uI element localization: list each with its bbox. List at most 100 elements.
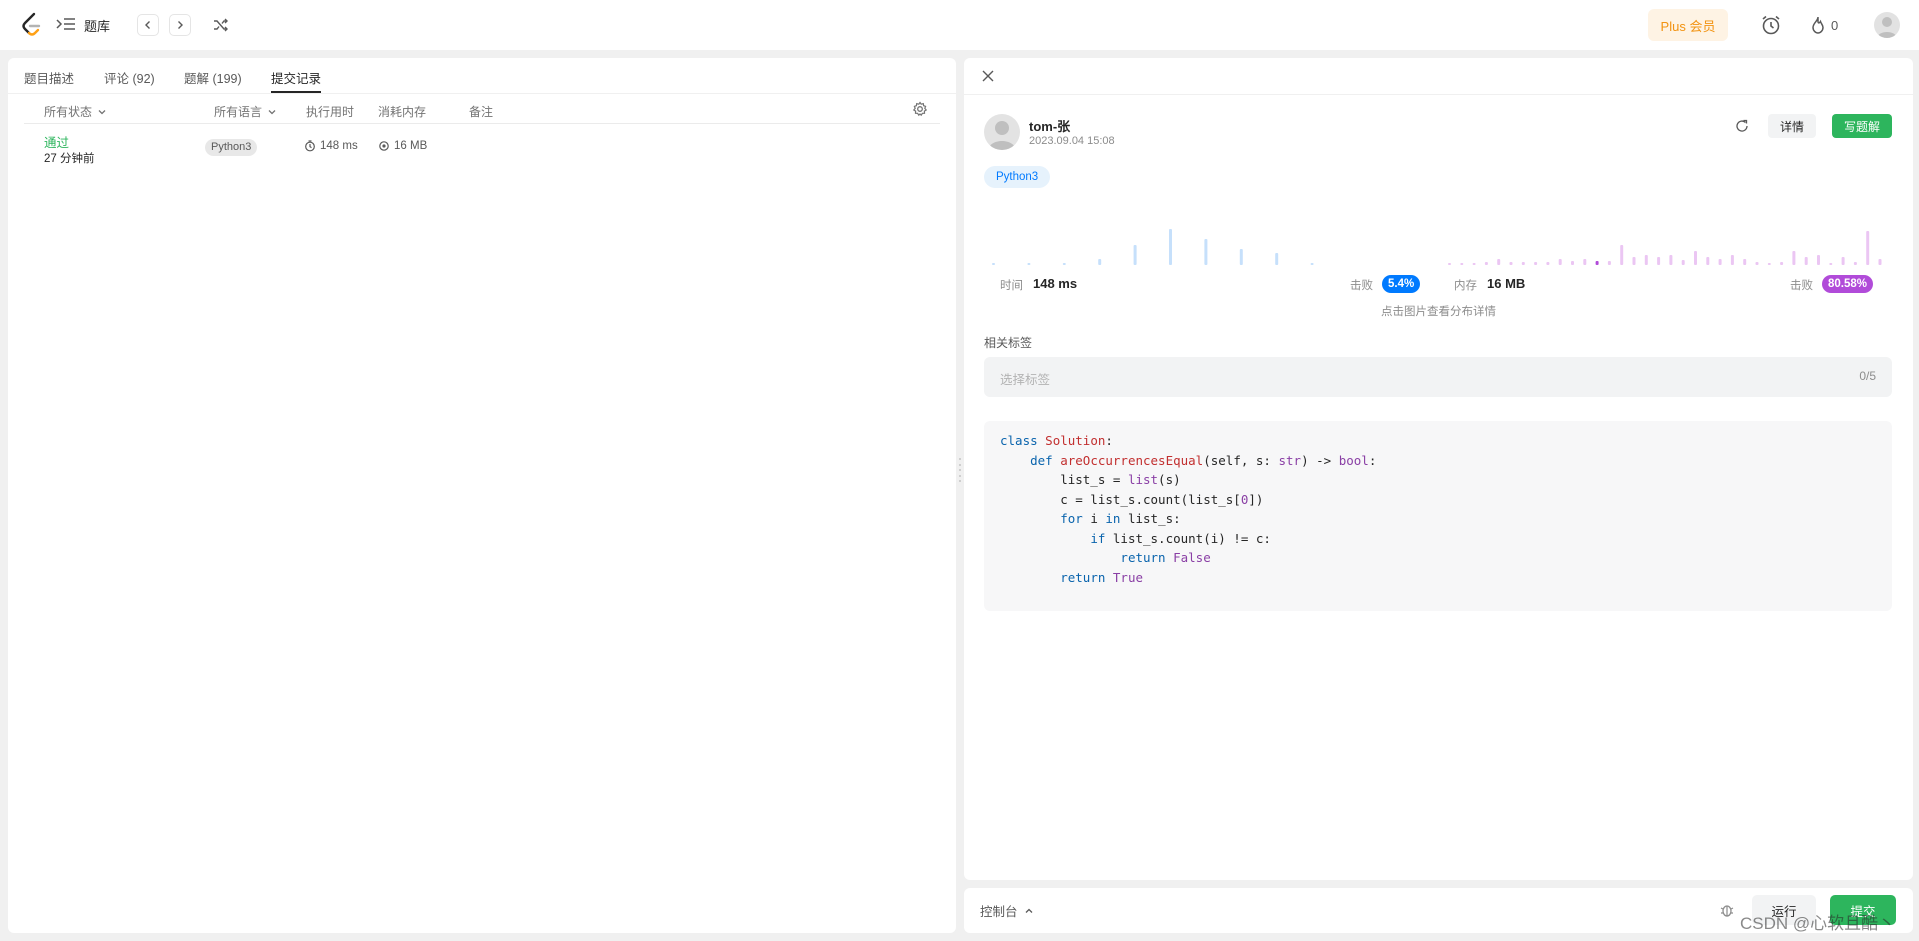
status-filter-label: 所有状态 [44,105,93,119]
table-row[interactable]: 通过 27 分钟前 Python3 148 ms 16 MB [24,128,940,168]
code-viewer[interactable]: class Solution: def areOccurrencesEqual(… [984,421,1892,611]
chevron-left-icon [145,21,150,29]
code-line-3: list_s = list(s) [1000,472,1181,487]
shuffle-icon [214,18,228,32]
prev-problem-button[interactable] [137,14,159,36]
runtime-column-header: 执行用时 [306,105,355,119]
distribution-bar [1133,245,1137,265]
distribution-bar [1204,239,1208,265]
top-navbar: 题库 Plus 会员 0 [0,0,1919,50]
distribution-bar [1595,261,1599,265]
memory-label: 内存 [1454,280,1477,292]
distribution-bar [1497,259,1501,265]
divider [964,94,1913,95]
memory-distribution-chart[interactable] [1440,208,1895,270]
avatar-icon[interactable] [1874,12,1900,38]
distribution-bar [1866,231,1870,265]
csdn-watermark: CSDN @心软且酷丶 [1740,914,1896,933]
memory-beats-label: 击败 [1790,280,1813,292]
tab-submissions[interactable]: 提交记录 [271,68,322,93]
console-label: 控制台 [980,905,1018,919]
submission-memory-value: 16 MB [394,140,428,152]
logo-icon[interactable] [20,12,44,38]
distribution-bar [1878,259,1882,265]
tag-select-placeholder: 选择标签 [1000,373,1051,387]
tab-description[interactable]: 题目描述 [24,68,74,87]
distribution-bar [1534,262,1538,265]
memory-column-header: 消耗内存 [378,105,427,119]
alarm-button[interactable] [1759,12,1783,38]
plus-membership-button[interactable]: Plus 会员 [1648,9,1728,41]
distribution-bar [1460,263,1464,265]
language-tag: Python3 [984,166,1051,188]
distribution-bar [1484,262,1488,265]
distribution-bar [1841,257,1845,265]
tag-select-input[interactable]: 选择标签 0/5 [984,357,1892,397]
distribution-bar [1472,263,1476,265]
distribution-bar [1718,259,1722,265]
distribution-bar [1098,259,1102,265]
distribution-bar [1632,257,1636,265]
submission-status[interactable]: 通过 [44,132,69,151]
submission-memory: 16 MB [378,140,427,152]
submission-time-ago: 27 分钟前 [44,153,95,165]
distribution-bar [1571,261,1574,265]
code-line-4: c = list_s.count(list_s[0]) [1000,492,1264,507]
tab-comments[interactable]: 评论 (92) [104,68,155,87]
avatar[interactable] [984,114,1020,150]
submitter-name[interactable]: tom-张 [1029,116,1070,135]
tab-solutions[interactable]: 题解 (199) [184,68,242,87]
runtime-beats-label: 击败 [1350,280,1373,292]
language-filter-label: 所有语言 [214,105,263,119]
runtime-distribution-chart[interactable] [984,208,1339,270]
details-button[interactable]: 详情 [1768,114,1816,138]
language-filter[interactable]: 所有语言 [214,103,277,120]
streak-counter[interactable]: 0 [1810,13,1838,37]
distribution-bar [1558,259,1562,265]
chevron-up-icon [1025,908,1032,913]
distribution-bar [1644,255,1648,265]
chart-hint: 点击图片查看分布详情 [1381,306,1496,318]
distribution-bar [1755,262,1759,265]
refresh-icon[interactable] [1734,118,1750,134]
submission-language: Python3 [205,139,258,156]
tag-count: 0/5 [1859,369,1876,383]
submission-date: 2023.09.04 15:08 [1029,135,1115,147]
debug-icon[interactable] [1718,901,1736,919]
gear-icon[interactable] [912,101,928,117]
distribution-bar [1509,262,1513,265]
distribution-bar [1521,262,1525,265]
chevron-down-icon [268,109,276,114]
submission-runtime-value: 148 ms [320,140,358,152]
distribution-bar [1310,263,1314,265]
distribution-bar [1275,253,1279,265]
runtime-value: 148 ms [1033,276,1078,291]
distribution-bar [1448,263,1451,265]
close-icon[interactable] [981,69,995,83]
next-problem-button[interactable] [169,14,191,36]
distribution-bar [1817,255,1820,265]
list-icon [56,18,75,30]
distribution-bar [1780,262,1784,265]
code-line-1: class Solution: [1000,433,1113,448]
distribution-bar [1607,261,1611,265]
clock-icon [305,140,315,152]
random-problem-button[interactable] [210,14,232,36]
memory-value: 16 MB [1487,276,1526,291]
distribution-bar [1743,259,1747,265]
distribution-bar [1804,257,1808,265]
console-toggle[interactable]: 控制台 [980,901,1034,920]
submissions-panel: 题目描述 评论 (92) 题解 (199) 提交记录 所有状态 所有语言 执行用… [8,58,956,933]
code-line-6: if list_s.count(i) != c: [1090,531,1271,546]
code-line-7: return False [1120,550,1211,565]
distribution-bar [1792,251,1796,265]
status-filter[interactable]: 所有状态 [44,103,107,120]
distribution-bar [1657,257,1661,265]
distribution-bar [992,263,995,265]
submission-runtime: 148 ms [304,140,358,152]
submissions-table-header: 所有状态 所有语言 执行用时 消耗内存 备注 [24,94,940,124]
problemset-nav[interactable]: 题库 [56,13,110,37]
panel-resize-handle[interactable] [958,458,962,482]
distribution-bar [1767,263,1771,265]
write-solution-button[interactable]: 写题解 [1832,114,1892,138]
